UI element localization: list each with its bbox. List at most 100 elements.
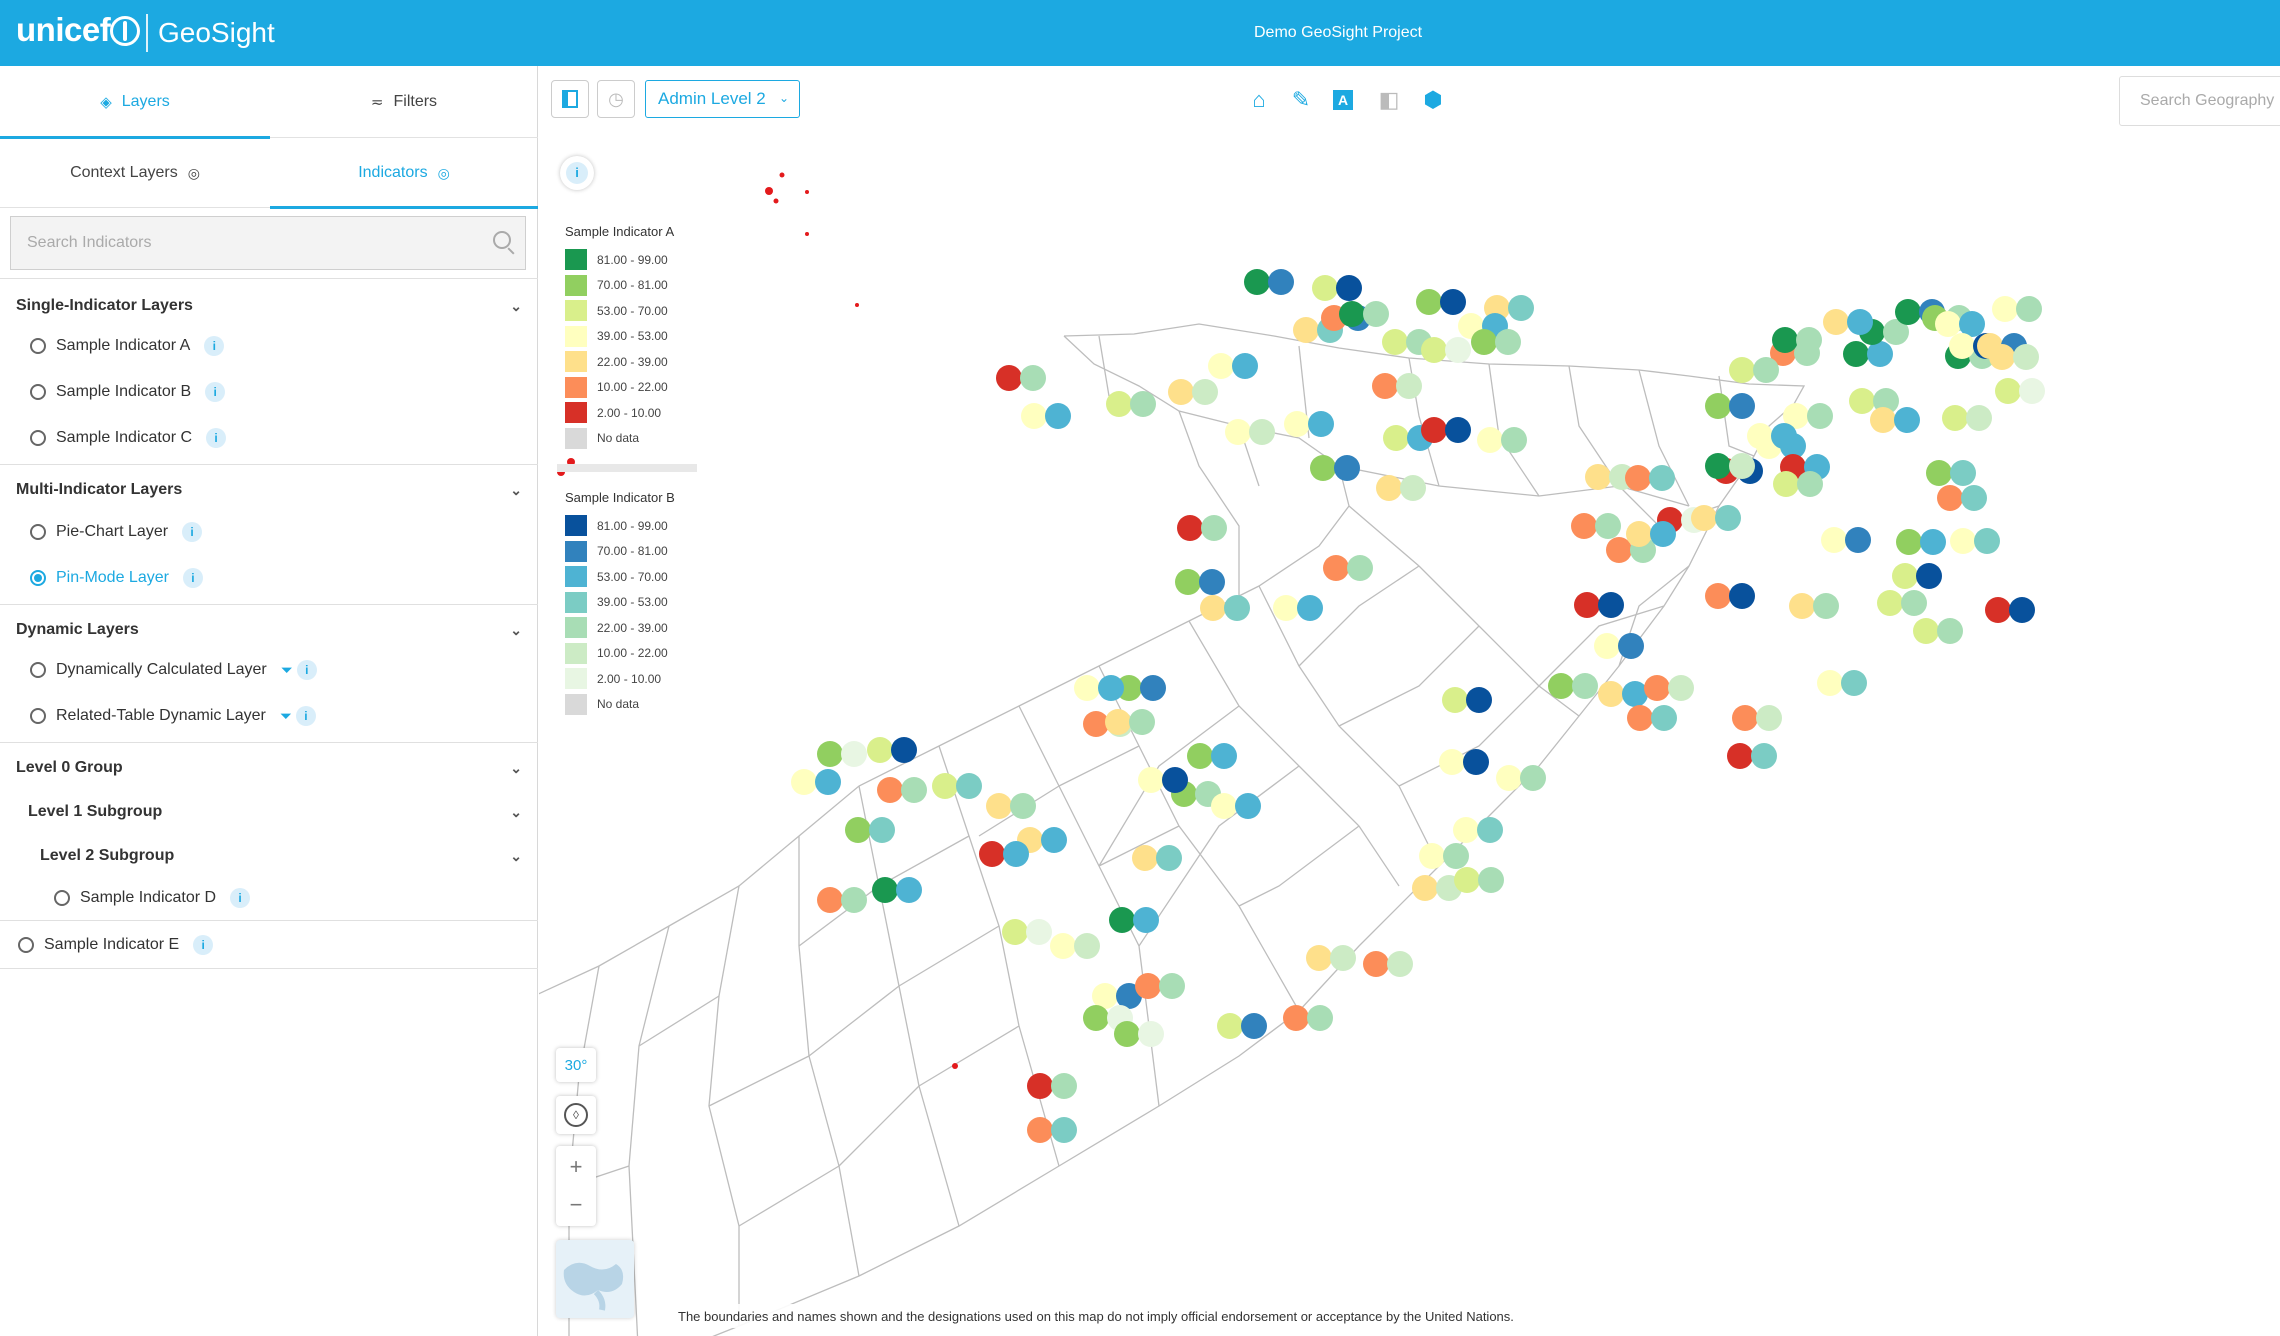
indicator-pin[interactable]: [1363, 301, 1389, 327]
pitch-button[interactable]: 30°: [556, 1048, 596, 1082]
indicator-pin[interactable]: [1571, 513, 1597, 539]
indicator-pin[interactable]: [1027, 1073, 1053, 1099]
eye-icon[interactable]: ◎: [438, 165, 450, 182]
home-icon[interactable]: ⌂: [1245, 86, 1273, 114]
indicator-pin[interactable]: [1935, 311, 1961, 337]
indicator-pin[interactable]: [1477, 427, 1503, 453]
indicator-pin[interactable]: [1870, 407, 1896, 433]
indicator-pin[interactable]: [1627, 705, 1653, 731]
indicator-pin[interactable]: [841, 887, 867, 913]
indicator-pin[interactable]: [2019, 378, 2045, 404]
layer-item[interactable]: Sample Indicator E i: [0, 924, 538, 966]
indicator-pin[interactable]: [1463, 749, 1489, 775]
indicator-pin[interactable]: [1585, 464, 1611, 490]
indicator-pin[interactable]: [1083, 711, 1109, 737]
group-multi-indicator[interactable]: Multi-Indicator Layers ⌄: [0, 472, 538, 508]
indicator-pin[interactable]: [1199, 569, 1225, 595]
indicator-pin[interactable]: [1156, 845, 1182, 871]
indicator-pin[interactable]: [1496, 765, 1522, 791]
indicator-pin[interactable]: [986, 793, 1012, 819]
indicator-pin[interactable]: [1211, 743, 1237, 769]
indicator-pin[interactable]: [841, 741, 867, 767]
indicator-pin[interactable]: [1443, 843, 1469, 869]
indicator-pin[interactable]: [1383, 425, 1409, 451]
indicator-pin[interactable]: [1453, 817, 1479, 843]
indicator-pin[interactable]: [2009, 597, 2035, 623]
indicator-pin[interactable]: [1598, 681, 1624, 707]
indicator-pin[interactable]: [1649, 465, 1675, 491]
indicator-pin[interactable]: [1644, 675, 1670, 701]
radio-button[interactable]: [30, 430, 46, 446]
toggle-sidebar-button[interactable]: [551, 80, 589, 118]
time-button[interactable]: ◷: [597, 80, 635, 118]
indicator-pin[interactable]: [979, 841, 1005, 867]
indicator-pin[interactable]: [1841, 670, 1867, 696]
indicator-pin[interactable]: [1412, 875, 1438, 901]
info-icon[interactable]: i: [206, 428, 227, 448]
indicator-pin[interactable]: [1323, 555, 1349, 581]
indicator-pin[interactable]: [1177, 515, 1203, 541]
indicator-pin[interactable]: [901, 777, 927, 803]
filter-icon[interactable]: ⏷: [281, 662, 293, 679]
admin-level-select[interactable]: Admin Level 2 ⌄: [645, 80, 800, 118]
radio-button[interactable]: [30, 384, 46, 400]
indicator-pin[interactable]: [1284, 411, 1310, 437]
indicator-pin[interactable]: [1175, 569, 1201, 595]
indicator-pin[interactable]: [1747, 423, 1773, 449]
indicator-pin[interactable]: [1130, 391, 1156, 417]
indicator-pin[interactable]: [1626, 521, 1652, 547]
indicator-pin[interactable]: [1445, 417, 1471, 443]
indicator-pin[interactable]: [1821, 527, 1847, 553]
indicator-pin[interactable]: [1756, 705, 1782, 731]
indicator-pin[interactable]: [1454, 867, 1480, 893]
indicator-pin[interactable]: [1297, 595, 1323, 621]
indicator-pin[interactable]: [1109, 907, 1135, 933]
indicator-pin[interactable]: [1312, 275, 1338, 301]
indicator-pin[interactable]: [1817, 670, 1843, 696]
indicator-pin[interactable]: [1813, 593, 1839, 619]
indicator-pin[interactable]: [1133, 907, 1159, 933]
indicator-pin[interactable]: [1966, 405, 1992, 431]
indicator-pin[interactable]: [1705, 453, 1731, 479]
radio-button[interactable]: [30, 524, 46, 540]
indicator-pin[interactable]: [1400, 475, 1426, 501]
indicator-pin[interactable]: [1595, 513, 1621, 539]
label-icon[interactable]: A: [1329, 86, 1357, 114]
tab-indicators[interactable]: Indicators ◎: [270, 138, 538, 209]
indicator-pin[interactable]: [1217, 1013, 1243, 1039]
indicator-pin[interactable]: [1002, 919, 1028, 945]
map-canvas[interactable]: Sample Indicator A 81.00 - 99.00 70.00 - …: [539, 66, 2280, 1336]
indicator-pin[interactable]: [1548, 673, 1574, 699]
indicator-pin[interactable]: [1225, 419, 1251, 445]
indicator-pin[interactable]: [1974, 528, 2000, 554]
indicator-pin[interactable]: [1045, 403, 1071, 429]
indicator-pin[interactable]: [891, 737, 917, 763]
indicator-pin[interactable]: [1138, 767, 1164, 793]
indicator-pin[interactable]: [1027, 1117, 1053, 1143]
indicator-pin[interactable]: [1135, 973, 1161, 999]
indicator-pin[interactable]: [1772, 327, 1798, 353]
indicator-pin[interactable]: [1283, 1005, 1309, 1031]
indicator-pin[interactable]: [1224, 595, 1250, 621]
indicator-pin[interactable]: [1789, 593, 1815, 619]
indicator-pin[interactable]: [2013, 344, 2039, 370]
indicator-pin[interactable]: [1050, 933, 1076, 959]
indicator-pin[interactable]: [1598, 592, 1624, 618]
indicator-pin[interactable]: [815, 769, 841, 795]
indicator-pin[interactable]: [1691, 505, 1717, 531]
indicator-pin[interactable]: [1273, 595, 1299, 621]
indicator-pin[interactable]: [1074, 933, 1100, 959]
indicator-pin[interactable]: [1192, 379, 1218, 405]
indicator-pin[interactable]: [1796, 327, 1822, 353]
indicator-pin[interactable]: [1241, 1013, 1267, 1039]
indicator-pin[interactable]: [1168, 379, 1194, 405]
zoom-in-button[interactable]: +: [570, 1148, 583, 1186]
indicator-pin[interactable]: [1895, 299, 1921, 325]
indicator-pin[interactable]: [1105, 709, 1131, 735]
indicator-pin[interactable]: [1937, 485, 1963, 511]
search-input[interactable]: [11, 217, 481, 269]
indicator-pin[interactable]: [1041, 827, 1067, 853]
group-level-1[interactable]: Level 1 Subgroup ⌄: [0, 792, 538, 832]
indicator-pin[interactable]: [896, 877, 922, 903]
chevron-down-icon[interactable]: ⌄: [510, 298, 522, 315]
